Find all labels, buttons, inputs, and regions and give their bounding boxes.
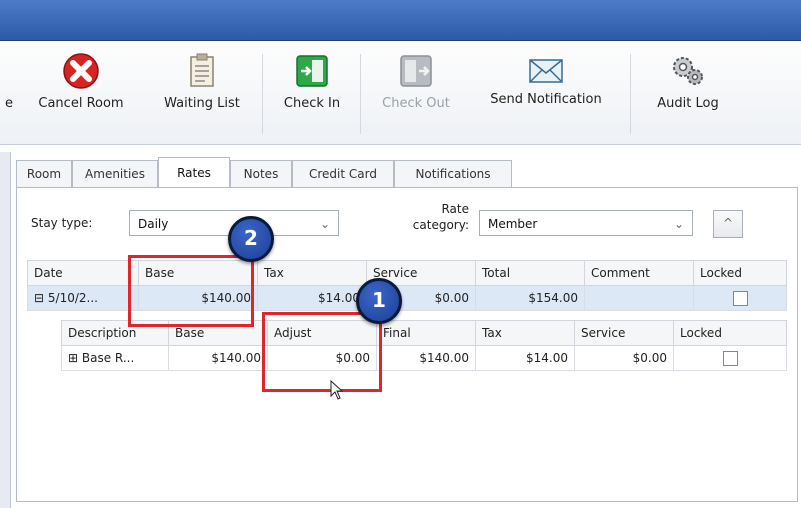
col-locked[interactable]: Locked <box>693 260 787 286</box>
tab-credit-card[interactable]: Credit Card <box>292 160 394 187</box>
callout-badge-1: 1 <box>356 278 402 324</box>
toolbar-separator <box>262 54 263 134</box>
base-cell[interactable]: $140.00 <box>168 345 268 371</box>
waiting-list-button[interactable]: Waiting List <box>150 52 254 111</box>
tab-notifications[interactable]: Notifications <box>394 160 512 187</box>
left-panel-edge <box>0 152 11 508</box>
title-bar <box>0 0 801 41</box>
waiting-list-icon <box>190 53 214 87</box>
send-notification-label: Send Notification <box>490 92 602 107</box>
audit-log-label: Audit Log <box>657 96 719 111</box>
service-cell[interactable]: $0.00 <box>574 345 674 371</box>
chevron-down-icon: ⌄ <box>673 217 684 231</box>
check-out-label: Check Out <box>382 96 450 111</box>
chevron-up-icon: ^ <box>722 216 734 230</box>
highlight-base-column <box>128 255 254 327</box>
col-date[interactable]: Date <box>27 260 139 286</box>
collapse-row-icon[interactable]: ⊟ <box>34 291 44 305</box>
send-notification-button[interactable]: Send Notification <box>470 52 622 107</box>
check-in-label: Check In <box>283 96 341 111</box>
collapse-button[interactable]: ^ <box>713 210 743 238</box>
col-tax[interactable]: Tax <box>257 260 367 286</box>
tax-cell[interactable]: $14.00 <box>257 285 367 311</box>
col-tax[interactable]: Tax <box>475 320 575 346</box>
col-final[interactable]: Final <box>376 320 476 346</box>
comment-cell[interactable] <box>584 285 694 311</box>
waiting-list-label: Waiting List <box>164 96 240 111</box>
rate-detail-grid: Description Base Adjust Final Tax Servic… <box>61 320 787 371</box>
rate-category-label-1: Rate <box>441 202 469 216</box>
tax-cell[interactable]: $14.00 <box>475 345 575 371</box>
toolbar-separator <box>360 54 361 134</box>
rate-category-select[interactable]: Member ⌄ <box>479 210 693 236</box>
toolbar-truncated-item[interactable]: e <box>2 52 16 111</box>
tab-rates[interactable]: Rates <box>158 157 230 187</box>
table-row[interactable]: ⊞ Base R... $140.00 $0.00 $140.00 $14.00… <box>61 345 787 371</box>
description-cell[interactable]: ⊞ Base R... <box>61 345 169 371</box>
callout-badge-2: 2 <box>228 216 274 262</box>
mouse-cursor-icon <box>330 380 344 400</box>
locked-cell[interactable] <box>673 345 787 371</box>
locked-checkbox[interactable] <box>722 350 738 366</box>
cancel-room-button[interactable]: Cancel Room <box>22 52 140 111</box>
tab-notes[interactable]: Notes <box>230 160 292 187</box>
date-cell[interactable]: ⊟ 5/10/2... <box>27 285 139 311</box>
cancel-room-icon <box>63 53 99 89</box>
gears-icon <box>673 57 703 85</box>
locked-checkbox[interactable] <box>732 290 748 306</box>
check-in-button[interactable]: Check In <box>270 52 354 111</box>
stay-type-value: Daily <box>138 217 169 231</box>
rate-category-value: Member <box>488 217 538 231</box>
col-comment[interactable]: Comment <box>584 260 694 286</box>
col-locked[interactable]: Locked <box>673 320 787 346</box>
check-out-icon <box>400 55 432 87</box>
locked-cell[interactable] <box>693 285 787 311</box>
expand-row-icon[interactable]: ⊞ <box>68 351 78 365</box>
cancel-room-label: Cancel Room <box>38 96 124 111</box>
stay-type-label: Stay type: <box>31 216 93 230</box>
rates-panel: Stay type: Daily ⌄ Rate category: Member… <box>16 187 798 502</box>
final-cell[interactable]: $140.00 <box>376 345 476 371</box>
envelope-icon <box>529 59 563 83</box>
total-cell[interactable]: $154.00 <box>475 285 585 311</box>
toolbar: e Cancel Room Waiting List Check In Chec… <box>0 44 801 145</box>
highlight-adjust-column <box>262 312 382 392</box>
check-out-button[interactable]: Check Out <box>368 52 464 111</box>
tab-room[interactable]: Room <box>16 160 72 187</box>
col-total[interactable]: Total <box>475 260 585 286</box>
audit-log-button[interactable]: Audit Log <box>640 52 736 111</box>
tab-amenities[interactable]: Amenities <box>72 160 158 187</box>
chevron-down-icon: ⌄ <box>319 217 330 231</box>
date-value: 5/10/2... <box>47 291 98 305</box>
check-in-icon <box>296 55 328 87</box>
description-value: Base R... <box>81 351 135 365</box>
toolbar-separator <box>630 54 631 134</box>
col-service[interactable]: Service <box>574 320 674 346</box>
rate-category-label-2: category: <box>412 218 469 232</box>
